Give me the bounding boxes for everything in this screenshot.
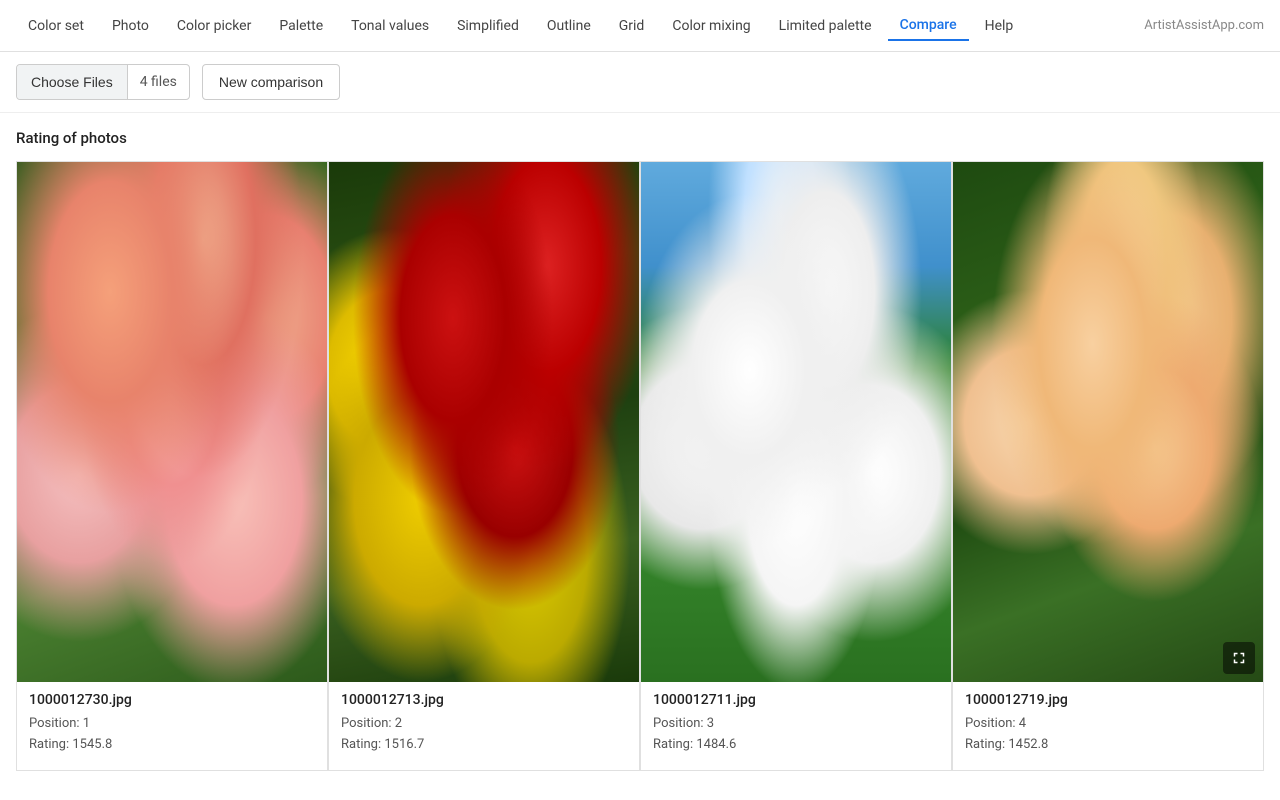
- photo-image-2: [329, 162, 639, 682]
- photo-image-1: [17, 162, 327, 682]
- photo-info-1: 1000012730.jpg Position: 1 Rating: 1545.…: [17, 682, 327, 770]
- photo-card-2[interactable]: 1000012713.jpg Position: 2 Rating: 1516.…: [328, 161, 640, 771]
- photo-info-4: 1000012719.jpg Position: 4 Rating: 1452.…: [953, 682, 1263, 770]
- photo-info-2: 1000012713.jpg Position: 2 Rating: 1516.…: [329, 682, 639, 770]
- photo-rating-3: Rating: 1484.6: [653, 735, 939, 756]
- photo-filename-2: 1000012713.jpg: [341, 692, 627, 708]
- photo-filename-3: 1000012711.jpg: [653, 692, 939, 708]
- photo-grid: 1000012730.jpg Position: 1 Rating: 1545.…: [16, 161, 1264, 771]
- choose-files-button[interactable]: Choose Files: [17, 65, 128, 99]
- fullscreen-icon: [1230, 649, 1248, 667]
- photo-position-4: Position: 4: [965, 714, 1251, 735]
- file-input-wrapper: Choose Files 4 files: [16, 64, 190, 100]
- nav-color-picker[interactable]: Color picker: [165, 12, 263, 40]
- nav-color-set[interactable]: Color set: [16, 12, 96, 40]
- nav-tonal-values[interactable]: Tonal values: [339, 12, 441, 40]
- main-content: Rating of photos 1000012730.jpg Position…: [0, 113, 1280, 787]
- main-nav: Color set Photo Color picker Palette Ton…: [0, 0, 1280, 52]
- photo-filename-4: 1000012719.jpg: [965, 692, 1251, 708]
- nav-simplified[interactable]: Simplified: [445, 12, 531, 40]
- nav-palette[interactable]: Palette: [267, 12, 335, 40]
- photo-position-2: Position: 2: [341, 714, 627, 735]
- photo-card-4[interactable]: 1000012719.jpg Position: 4 Rating: 1452.…: [952, 161, 1264, 771]
- section-title: Rating of photos: [16, 129, 1264, 147]
- photo-image-4: [953, 162, 1263, 682]
- photo-info-3: 1000012711.jpg Position: 3 Rating: 1484.…: [641, 682, 951, 770]
- nav-outline[interactable]: Outline: [535, 12, 603, 40]
- photo-image-3: [641, 162, 951, 682]
- nav-grid[interactable]: Grid: [607, 12, 657, 40]
- photo-position-3: Position: 3: [653, 714, 939, 735]
- photo-card-1[interactable]: 1000012730.jpg Position: 1 Rating: 1545.…: [16, 161, 328, 771]
- photo-rating-4: Rating: 1452.8: [965, 735, 1251, 756]
- photo-rating-1: Rating: 1545.8: [29, 735, 315, 756]
- photo-filename-1: 1000012730.jpg: [29, 692, 315, 708]
- nav-color-mixing[interactable]: Color mixing: [660, 12, 762, 40]
- nav-help[interactable]: Help: [973, 12, 1026, 40]
- nav-photo[interactable]: Photo: [100, 12, 161, 40]
- file-count: 4 files: [128, 74, 189, 90]
- toolbar: Choose Files 4 files New comparison: [0, 52, 1280, 113]
- photo-rating-2: Rating: 1516.7: [341, 735, 627, 756]
- new-comparison-button[interactable]: New comparison: [202, 64, 340, 100]
- photo-position-1: Position: 1: [29, 714, 315, 735]
- fullscreen-button[interactable]: [1223, 642, 1255, 674]
- photo-card-3[interactable]: 1000012711.jpg Position: 3 Rating: 1484.…: [640, 161, 952, 771]
- nav-compare[interactable]: Compare: [888, 11, 969, 41]
- app-logo: ArtistAssistApp.com: [1144, 18, 1264, 33]
- nav-limited-palette[interactable]: Limited palette: [767, 12, 884, 40]
